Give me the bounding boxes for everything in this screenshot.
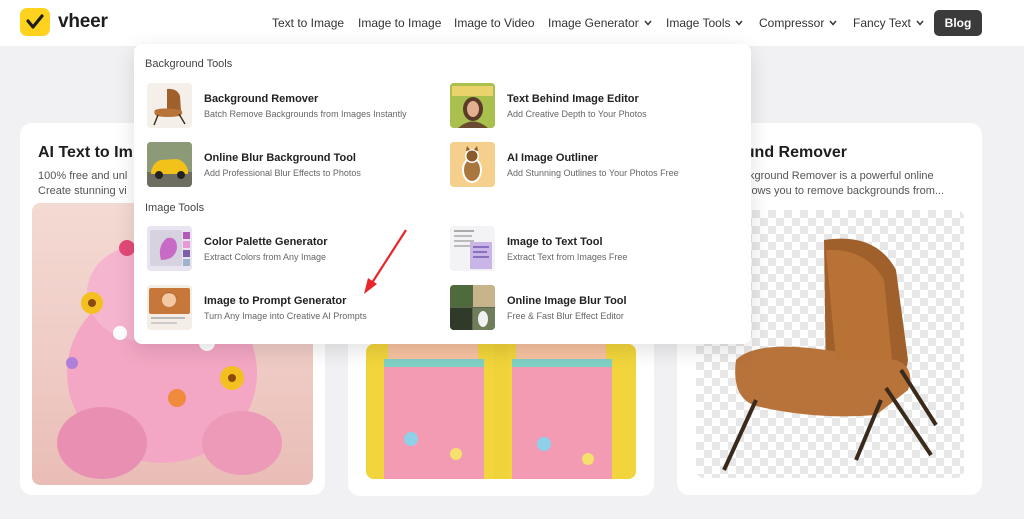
menu-item-ai-image-outliner[interactable]: AI Image Outliner Add Stunning Outlines …	[450, 142, 679, 187]
nav-label: Image to Video	[454, 16, 535, 30]
top-navbar: vheer Text to Image Image to Image Image…	[0, 0, 1024, 46]
menu-item-image-to-text-tool[interactable]: Image to Text Tool Extract Text from Ima…	[450, 226, 627, 271]
nav-image-to-video[interactable]: Image to Video	[454, 16, 535, 30]
menu-item-description: Turn Any Image into Creative AI Prompts	[204, 310, 367, 321]
card-title: ound Remover	[735, 144, 848, 161]
menu-item-title: Image to Text Tool	[507, 235, 603, 248]
section-label-background-tools: Background Tools	[145, 58, 233, 70]
menu-item-online-image-blur-tool[interactable]: Online Image Blur Tool Free & Fast Blur …	[450, 285, 627, 330]
menu-item-description: Extract Text from Images Free	[507, 251, 628, 262]
nav-label: Image to Image	[358, 16, 442, 30]
card-description-line: kground Remover is a powerful online	[749, 170, 934, 182]
nav-label: Image Generator	[548, 16, 639, 30]
menu-item-text-behind-image-editor[interactable]: Text Behind Image Editor Add Creative De…	[450, 83, 647, 128]
prompt-thumbnail-icon	[147, 285, 192, 330]
menu-item-title: Online Image Blur Tool	[507, 294, 627, 307]
menu-item-description: Add Professional Blur Effects to Photos	[204, 167, 361, 178]
nav-fancy-text[interactable]: Fancy Text	[853, 16, 924, 30]
logo-check-icon	[20, 8, 50, 36]
menu-item-title: Color Palette Generator	[204, 235, 328, 248]
portrait-thumbnail-icon	[450, 83, 495, 128]
menu-item-image-to-prompt-generator[interactable]: Image to Prompt Generator Turn Any Image…	[147, 285, 367, 330]
nav-image-generator[interactable]: Image Generator	[548, 16, 652, 30]
menu-item-title: Text Behind Image Editor	[507, 92, 639, 105]
nav-label: Fancy Text	[853, 16, 911, 30]
blog-button[interactable]: Blog	[934, 10, 982, 36]
nav-label: Image Tools	[666, 16, 731, 30]
nav-image-to-image[interactable]: Image to Image	[358, 16, 441, 30]
menu-item-title: Background Remover	[204, 92, 319, 105]
menu-item-title: AI Image Outliner	[507, 151, 599, 164]
chevron-down-icon	[644, 20, 652, 26]
nav-label: Text to Image	[272, 16, 345, 30]
menu-item-description: Batch Remove Backgrounds from Images Ins…	[204, 108, 407, 119]
brand-name: vheer	[58, 11, 108, 32]
red-annotation-arrow-icon	[364, 229, 407, 294]
nav-image-tools[interactable]: Image Tools	[666, 16, 744, 30]
nav-compressor[interactable]: Compressor	[759, 16, 837, 30]
menu-item-background-remover[interactable]: Background Remover Batch Remove Backgrou…	[147, 83, 407, 128]
menu-item-title: Online Blur Background Tool	[204, 151, 356, 164]
chair-thumbnail-icon	[147, 83, 192, 128]
menu-item-description: Extract Colors from Any Image	[204, 251, 327, 262]
palette-thumbnail-icon	[147, 226, 192, 271]
menu-item-description: Add Stunning Outlines to Your Photos Fre…	[507, 167, 679, 178]
card-description-line: 100% free and unl	[38, 170, 128, 182]
image-tools-dropdown-menu: Background Tools Background Remover Batc…	[134, 44, 751, 344]
document-thumbnail-icon	[450, 226, 495, 271]
card-description-line: lows you to remove backgrounds from...	[749, 185, 945, 197]
menu-item-title: Image to Prompt Generator	[204, 294, 347, 307]
nav-text-to-image[interactable]: Text to Image	[272, 16, 344, 30]
chevron-down-icon	[916, 20, 924, 26]
girls-overalls-image	[366, 344, 636, 479]
menu-item-description: Free & Fast Blur Effect Editor	[507, 310, 624, 321]
cat-thumbnail-icon	[450, 142, 495, 187]
menu-item-online-blur-background-tool[interactable]: Online Blur Background Tool Add Professi…	[147, 142, 361, 187]
chevron-down-icon	[735, 20, 744, 26]
card-description-line: Create stunning vi	[38, 185, 127, 197]
car-thumbnail-icon	[147, 142, 192, 187]
card-title: AI Text to Im	[38, 144, 133, 161]
nav-label: Compressor	[759, 16, 825, 30]
section-label-image-tools: Image Tools	[145, 202, 205, 214]
brand-logo[interactable]: vheer	[20, 8, 108, 36]
chevron-down-icon	[829, 20, 837, 26]
menu-item-color-palette-generator[interactable]: Color Palette Generator Extract Colors f…	[147, 226, 327, 271]
menu-item-description: Add Creative Depth to Your Photos	[507, 108, 647, 119]
blur-thumbnail-icon	[450, 285, 495, 330]
